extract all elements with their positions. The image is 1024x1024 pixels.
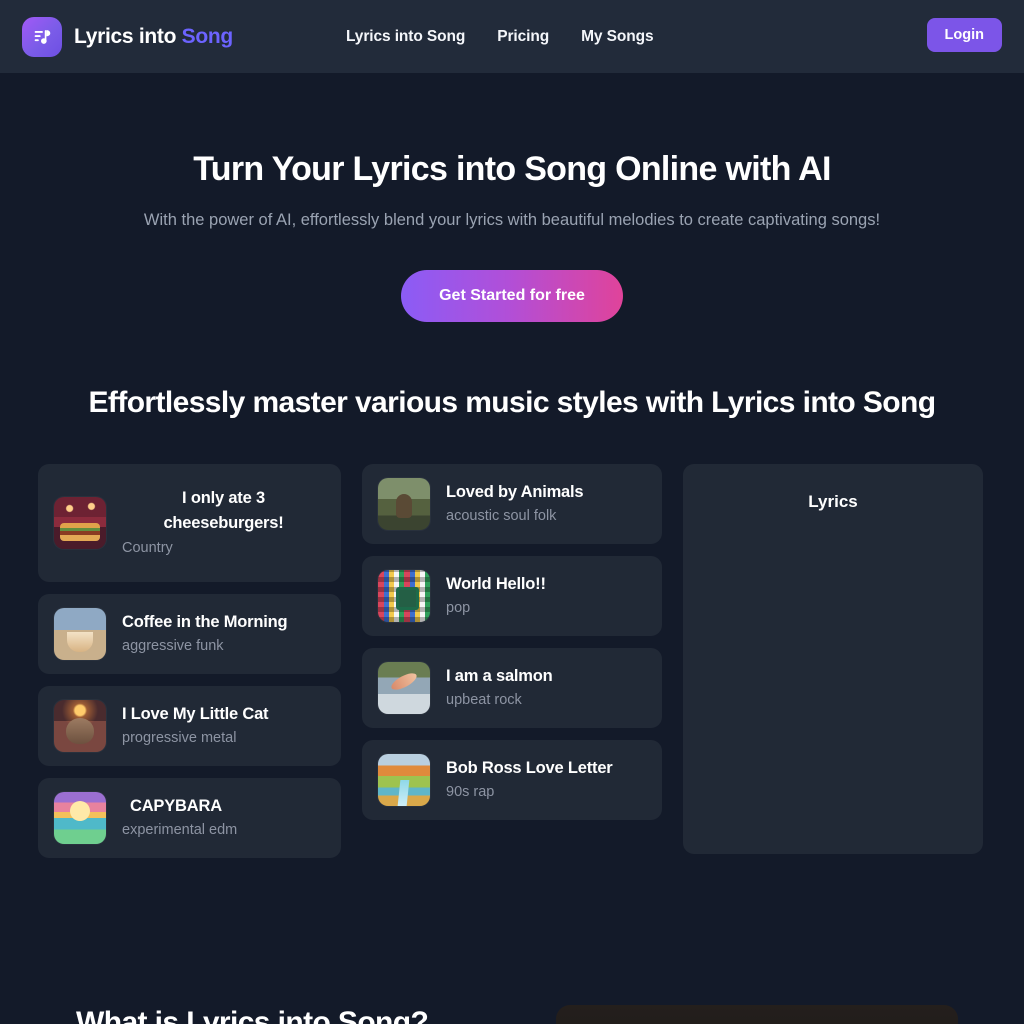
song-card[interactable]: Loved by Animals acoustic soul folk [362, 463, 662, 544]
song-info: World Hello!! pop [446, 572, 546, 620]
hero-subtitle: With the power of AI, effortlessly blend… [143, 210, 881, 229]
what-is-section-title: What is Lyrics into Song? [76, 1006, 429, 1024]
song-title: CAPYBARA [130, 796, 222, 815]
music-note-icon [22, 16, 62, 57]
song-thumbnail [54, 791, 106, 844]
song-title: Coffee in the Morning [122, 612, 288, 631]
song-showcase: I only ate 3 cheeseburgers! Country Coff… [0, 463, 1024, 858]
lyrics-input[interactable] [683, 511, 983, 842]
song-genre: upbeat rock [446, 692, 522, 709]
song-genre: Country [122, 539, 173, 556]
song-info: I am a salmon upbeat rock [446, 664, 553, 712]
song-thumbnail [378, 477, 430, 530]
song-card[interactable]: CAPYBARA experimental edm [38, 777, 341, 858]
song-info: I only ate 3 cheeseburgers! Country [122, 486, 325, 560]
song-card[interactable]: I only ate 3 cheeseburgers! Country [38, 463, 341, 582]
song-card[interactable]: Bob Ross Love Letter 90s rap [362, 739, 662, 820]
song-genre: acoustic soul folk [446, 508, 557, 525]
song-info: CAPYBARA experimental edm [122, 794, 237, 842]
main-navigation: Lyrics into Song Pricing My Songs [346, 0, 654, 73]
song-info: Loved by Animals acoustic soul folk [446, 480, 584, 528]
song-info: I Love My Little Cat progressive metal [122, 702, 269, 750]
nav-item-my-songs[interactable]: My Songs [581, 28, 654, 46]
song-info: Bob Ross Love Letter 90s rap [446, 756, 613, 804]
song-thumbnail [378, 569, 430, 622]
song-card[interactable]: I Love My Little Cat progressive metal [38, 685, 341, 766]
lyrics-panel-title: Lyrics [808, 491, 858, 511]
song-title: I am a salmon [446, 666, 553, 685]
song-title: I only ate 3 cheeseburgers! [163, 488, 284, 533]
song-genre: aggressive funk [122, 638, 224, 655]
song-column-left: I only ate 3 cheeseburgers! Country Coff… [38, 463, 341, 858]
song-genre: 90s rap [446, 784, 495, 801]
hero-title: Turn Your Lyrics into Song Online with A… [193, 150, 831, 188]
song-thumbnail [54, 496, 106, 549]
song-genre: progressive metal [122, 730, 237, 747]
song-info: Coffee in the Morning aggressive funk [122, 610, 288, 658]
brand-logo[interactable]: Lyrics into Song [22, 16, 233, 57]
showcase-section-title: Effortlessly master various music styles… [88, 385, 937, 419]
landing-page: Lyrics into Song Lyrics into Song Pricin… [0, 0, 1024, 1024]
song-card[interactable]: World Hello!! pop [362, 555, 662, 636]
login-button[interactable]: Login [926, 18, 1002, 52]
site-header: Lyrics into Song Lyrics into Song Pricin… [0, 0, 1024, 73]
song-card[interactable]: Coffee in the Morning aggressive funk [38, 593, 341, 674]
brand-title-primary: Lyrics into [74, 24, 182, 48]
song-title: Loved by Animals [446, 482, 584, 501]
song-genre: experimental edm [122, 822, 238, 839]
what-is-media-card [556, 1005, 958, 1024]
lyrics-panel: Lyrics [683, 463, 983, 854]
song-card[interactable]: I am a salmon upbeat rock [362, 647, 662, 728]
song-thumbnail [54, 699, 106, 752]
song-genre: pop [446, 600, 471, 617]
nav-item-lyrics-into-song[interactable]: Lyrics into Song [346, 28, 465, 46]
song-thumbnail [378, 661, 430, 714]
brand-title-accent: Song [181, 24, 234, 48]
get-started-button[interactable]: Get Started for free [401, 269, 623, 322]
song-thumbnail [54, 607, 106, 660]
what-is-section: What is Lyrics into Song? [0, 960, 1024, 1024]
song-title: World Hello!! [446, 574, 546, 593]
song-column-middle: Loved by Animals acoustic soul folk Worl… [362, 463, 662, 820]
song-title: I Love My Little Cat [122, 704, 269, 723]
hero-section: Turn Your Lyrics into Song Online with A… [0, 73, 1024, 322]
song-title: Bob Ross Love Letter [446, 758, 613, 777]
song-thumbnail [378, 753, 430, 806]
brand-title: Lyrics into Song [74, 25, 233, 49]
nav-item-pricing[interactable]: Pricing [497, 28, 549, 46]
